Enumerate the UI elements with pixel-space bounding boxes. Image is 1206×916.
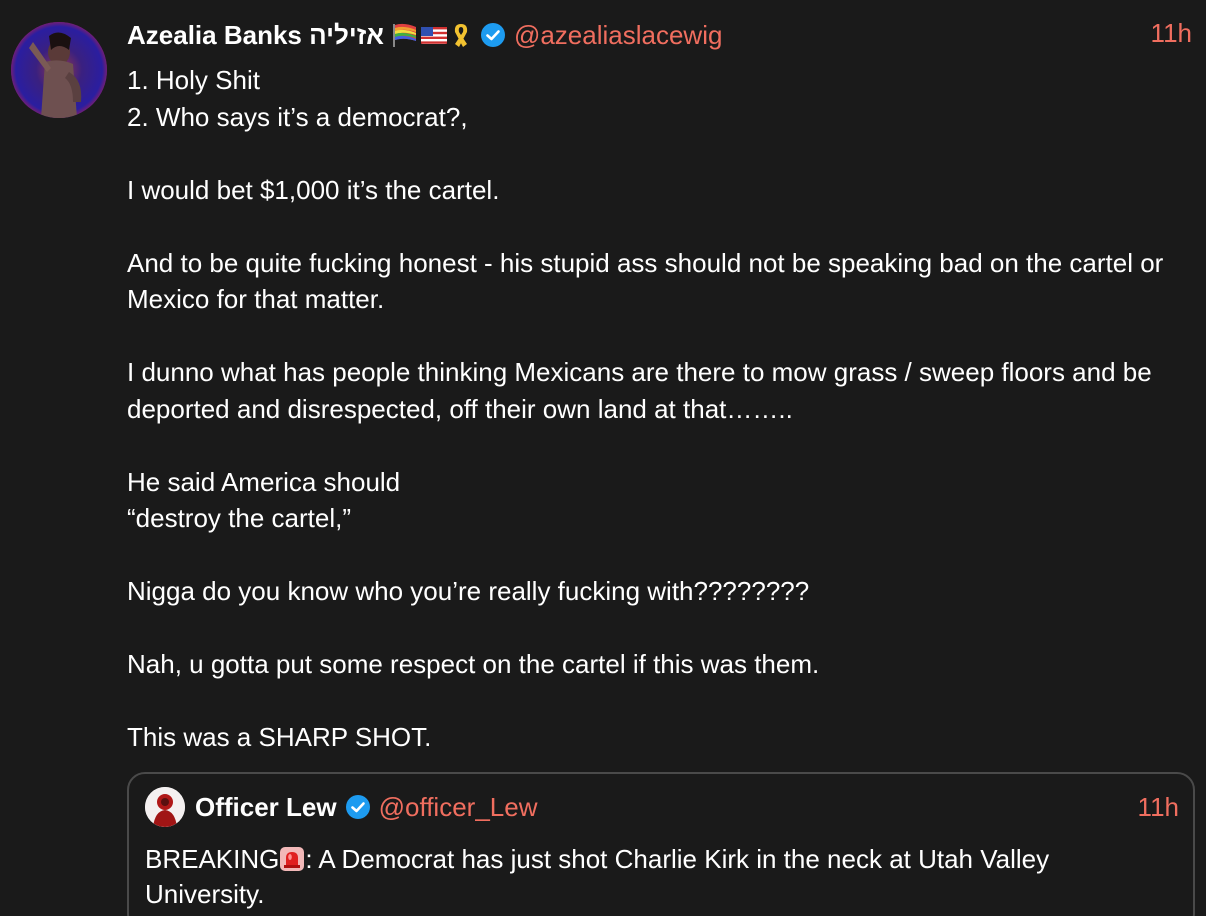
tweet-spacer (127, 610, 1202, 647)
quoted-author-display-name[interactable]: Officer Lew (195, 792, 337, 823)
quoted-author-photo (145, 787, 185, 827)
tweet-timestamp[interactable]: 11h (1151, 18, 1192, 49)
verified-badge-icon (480, 23, 505, 47)
verified-badge-icon (345, 795, 370, 819)
quoted-tweet-card[interactable]: Officer Lew @officer_Lew 11h BREAKING : … (127, 772, 1195, 916)
tweet-spacer (127, 537, 1202, 574)
tweet-body: 1. Holy Shit 2. Who says it’s a democrat… (127, 62, 1202, 756)
author-handle[interactable]: @azealiaslacewig (514, 20, 723, 51)
quoted-author-avatar[interactable] (145, 787, 185, 827)
tweet-line: “destroy the cartel,” (127, 503, 351, 533)
tweet-line: I would bet $1,000 it’s the cartel. (127, 174, 500, 205)
quoted-tweet-timestamp[interactable]: 11h (1138, 792, 1179, 823)
us-flag-icon (420, 27, 447, 44)
tweet-spacer (127, 208, 1202, 245)
tweet-line: I dunno what has people thinking Mexican… (127, 357, 1152, 424)
quoted-tweet-header: Officer Lew @officer_Lew (195, 788, 537, 826)
rainbow-flag-icon (392, 23, 416, 47)
quoted-tweet-body: BREAKING : A Democrat has just shot Char… (145, 842, 1175, 912)
tweet-line: And to be quite fucking honest - his stu… (127, 247, 1164, 315)
tweet-line: This was a SHARP SHOT. (127, 722, 432, 752)
tweet-spacer (127, 135, 1202, 172)
tweet-header: Azealia Banks אזיליה @azealiaslacewig (127, 18, 722, 52)
tweet-spacer (127, 427, 1202, 464)
tweet-line: Nah, u gotta put some respect on the car… (127, 649, 820, 679)
tweet-line: 1. Holy Shit (127, 65, 260, 95)
siren-icon (280, 847, 305, 871)
author-photo (11, 22, 107, 118)
quoted-text-prefix: BREAKING (145, 844, 280, 874)
tweet-spacer (127, 318, 1202, 355)
name-emojis (390, 22, 472, 48)
tweet-line: 2. Who says it’s a democrat?, (127, 101, 468, 132)
author-display-name[interactable]: Azealia Banks אזיליה (127, 20, 384, 51)
tweet-line: Nigga do you know who you’re really fuck… (127, 576, 810, 606)
tweet-line: He said America should (127, 466, 401, 497)
author-avatar[interactable] (11, 22, 107, 118)
yellow-ribbon-icon (454, 24, 468, 47)
quoted-author-handle[interactable]: @officer_Lew (379, 792, 538, 823)
tweet-spacer (127, 683, 1202, 720)
